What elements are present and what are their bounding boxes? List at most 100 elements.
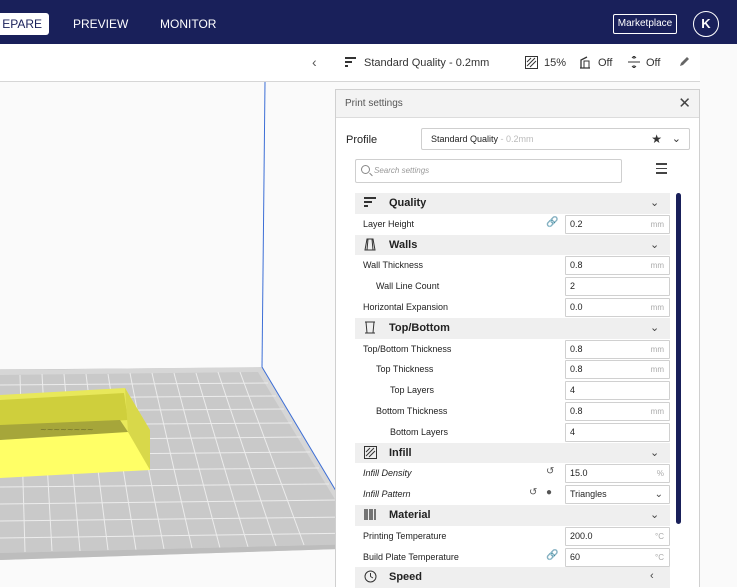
setting-wall-thickness: Wall Thickness 0.8 mm [355, 255, 670, 276]
category-label: Quality [389, 197, 427, 209]
reset-icon[interactable]: ↺ [529, 487, 537, 498]
star-icon[interactable]: ★ [651, 129, 662, 149]
chevron-down-icon: ⌄ [671, 133, 681, 145]
field-value: 0.8 [570, 343, 583, 354]
quality-icon [345, 56, 357, 72]
profile-select[interactable]: Standard Quality - 0.2mm ★ ⌄ [421, 128, 690, 150]
category-label: Speed [389, 571, 423, 584]
print-setup-header[interactable]: Standard Quality - 0.2mm 15% Off Off [335, 44, 700, 82]
settings-list: Quality ⌄ Layer Height 🔗 0.2 mm Walls ⌄ W… [355, 193, 670, 588]
link-icon: 🔗 [546, 549, 559, 561]
field-value: 2 [570, 281, 576, 292]
support-icon [579, 56, 591, 73]
category-top-bottom[interactable]: Top/Bottom ⌄ [355, 317, 670, 339]
search-placeholder: Search settings [374, 166, 430, 175]
setting-label: Wall Line Count [376, 281, 440, 292]
search-icon [361, 165, 370, 174]
tab-preview[interactable]: PREVIEW [73, 13, 128, 35]
setting-top-bottom-thickness: Top/Bottom Thickness 0.8 mm [355, 339, 670, 360]
speed-icon [363, 570, 377, 584]
tab-monitor[interactable]: MONITOR [160, 13, 216, 35]
panel-title: Print settings [345, 98, 403, 109]
setting-layer-height: Layer Height 🔗 0.2 mm [355, 214, 670, 235]
field-value: 0.8 [570, 405, 583, 416]
reset-icon[interactable]: ↺ [546, 466, 554, 477]
field-unit: mm [650, 219, 664, 229]
settings-scrollbar[interactable] [676, 193, 681, 524]
pencil-icon[interactable] [679, 56, 690, 71]
setting-top-layers: Top Layers 4 [355, 380, 670, 401]
horizontal-expansion-input[interactable]: 0.0 mm [565, 297, 670, 317]
field-value: 4 [570, 426, 576, 437]
marketplace-button[interactable]: Marketplace [613, 14, 677, 34]
top-thickness-input[interactable]: 0.8 mm [565, 360, 670, 380]
infill-density-input[interactable]: 15.0% [565, 464, 670, 484]
setting-infill-density: Infill Density ↺ 15.0% [355, 463, 670, 484]
field-value: 0.8 [570, 260, 583, 271]
wall-thickness-input[interactable]: 0.8 mm [565, 256, 670, 276]
field-value: Triangles [570, 489, 607, 500]
top-bottom-thickness-input[interactable]: 0.8 mm [565, 339, 670, 359]
profile-summary: Standard Quality - 0.2mm [364, 57, 490, 69]
setting-label: Build Plate Temperature [363, 551, 459, 562]
chevron-left-icon[interactable]: ‹ [312, 54, 317, 70]
field-unit: °C [655, 531, 664, 541]
chevron-down-icon: ⌄ [650, 197, 660, 209]
bottom-thickness-input[interactable]: 0.8 mm [565, 401, 670, 421]
field-unit: mm [650, 406, 664, 416]
category-material[interactable]: Material ⌄ [355, 504, 670, 526]
field-value: 0.2 [570, 218, 583, 229]
setting-label: Bottom Layers [390, 426, 449, 437]
chevron-down-icon: ⌄ [650, 508, 660, 521]
chevron-down-icon: ⌄ [650, 321, 660, 334]
layer-height-input[interactable]: 0.2 mm [565, 214, 670, 234]
top-layers-input[interactable]: 4 [565, 381, 670, 401]
setting-label: Top Thickness [376, 364, 434, 375]
chevron-down-icon: ⌄ [654, 489, 663, 501]
printing-temperature-input[interactable]: 200.0 °C [565, 526, 670, 546]
setting-label: Layer Height [363, 218, 415, 229]
category-label: Material [389, 508, 431, 521]
field-unit: mm [650, 261, 664, 271]
svg-text:~~~~~~~~: ~~~~~~~~ [40, 425, 94, 434]
close-icon[interactable]: ✕ [678, 94, 691, 112]
account-avatar[interactable]: K [693, 11, 719, 37]
category-walls[interactable]: Walls ⌄ [355, 234, 670, 256]
wall-line-count-input[interactable]: 2 [565, 277, 670, 297]
build-plate-temperature-input[interactable]: 60 °C [565, 547, 670, 567]
setting-label: Wall Thickness [363, 260, 424, 271]
quality-icon [363, 196, 377, 210]
inherit-icon[interactable]: ● [546, 487, 552, 498]
infill-icon [363, 445, 377, 460]
category-quality[interactable]: Quality ⌄ [355, 193, 670, 214]
field-unit: % [656, 469, 664, 479]
walls-icon [363, 238, 377, 252]
profile-value: Standard Quality [431, 134, 499, 144]
tab-prepare[interactable]: EPARE [0, 13, 49, 35]
setting-horizontal-expansion: Horizontal Expansion 0.0 mm [355, 297, 670, 318]
settings-visibility-menu-icon[interactable] [656, 163, 667, 177]
top-bar: EPARE PREVIEW MONITOR Marketplace K [0, 0, 737, 44]
field-value: 200.0 [570, 530, 593, 541]
category-infill[interactable]: Infill ⌄ [355, 442, 670, 464]
panel-header: Print settings ✕ [336, 90, 699, 118]
setting-label: Printing Temperature [363, 530, 447, 541]
infill-pattern-select[interactable]: Triangles ⌄ [565, 485, 670, 505]
chevron-down-icon: ⌄ [650, 238, 660, 251]
chevron-left-icon: ‹ [650, 570, 654, 583]
setting-label: Infill Density [363, 468, 412, 479]
profile-label: Profile [346, 134, 378, 146]
field-unit: mm [650, 302, 664, 312]
chevron-down-icon: ⌄ [650, 446, 660, 459]
field-unit: °C [655, 552, 664, 562]
setting-label: Top Layers [390, 385, 435, 396]
setting-wall-line-count: Wall Line Count 2 [355, 276, 670, 297]
profile-suffix: - 0.2mm [498, 134, 534, 144]
setting-infill-pattern: Infill Pattern ↺ ● Triangles ⌄ [355, 484, 670, 505]
bottom-layers-input[interactable]: 4 [565, 422, 670, 442]
link-icon: 🔗 [546, 216, 559, 228]
material-icon [363, 508, 377, 522]
category-label: Top/Bottom [389, 321, 450, 334]
search-settings-input[interactable]: Search settings [355, 159, 622, 183]
category-speed[interactable]: Speed ‹ [355, 567, 670, 588]
